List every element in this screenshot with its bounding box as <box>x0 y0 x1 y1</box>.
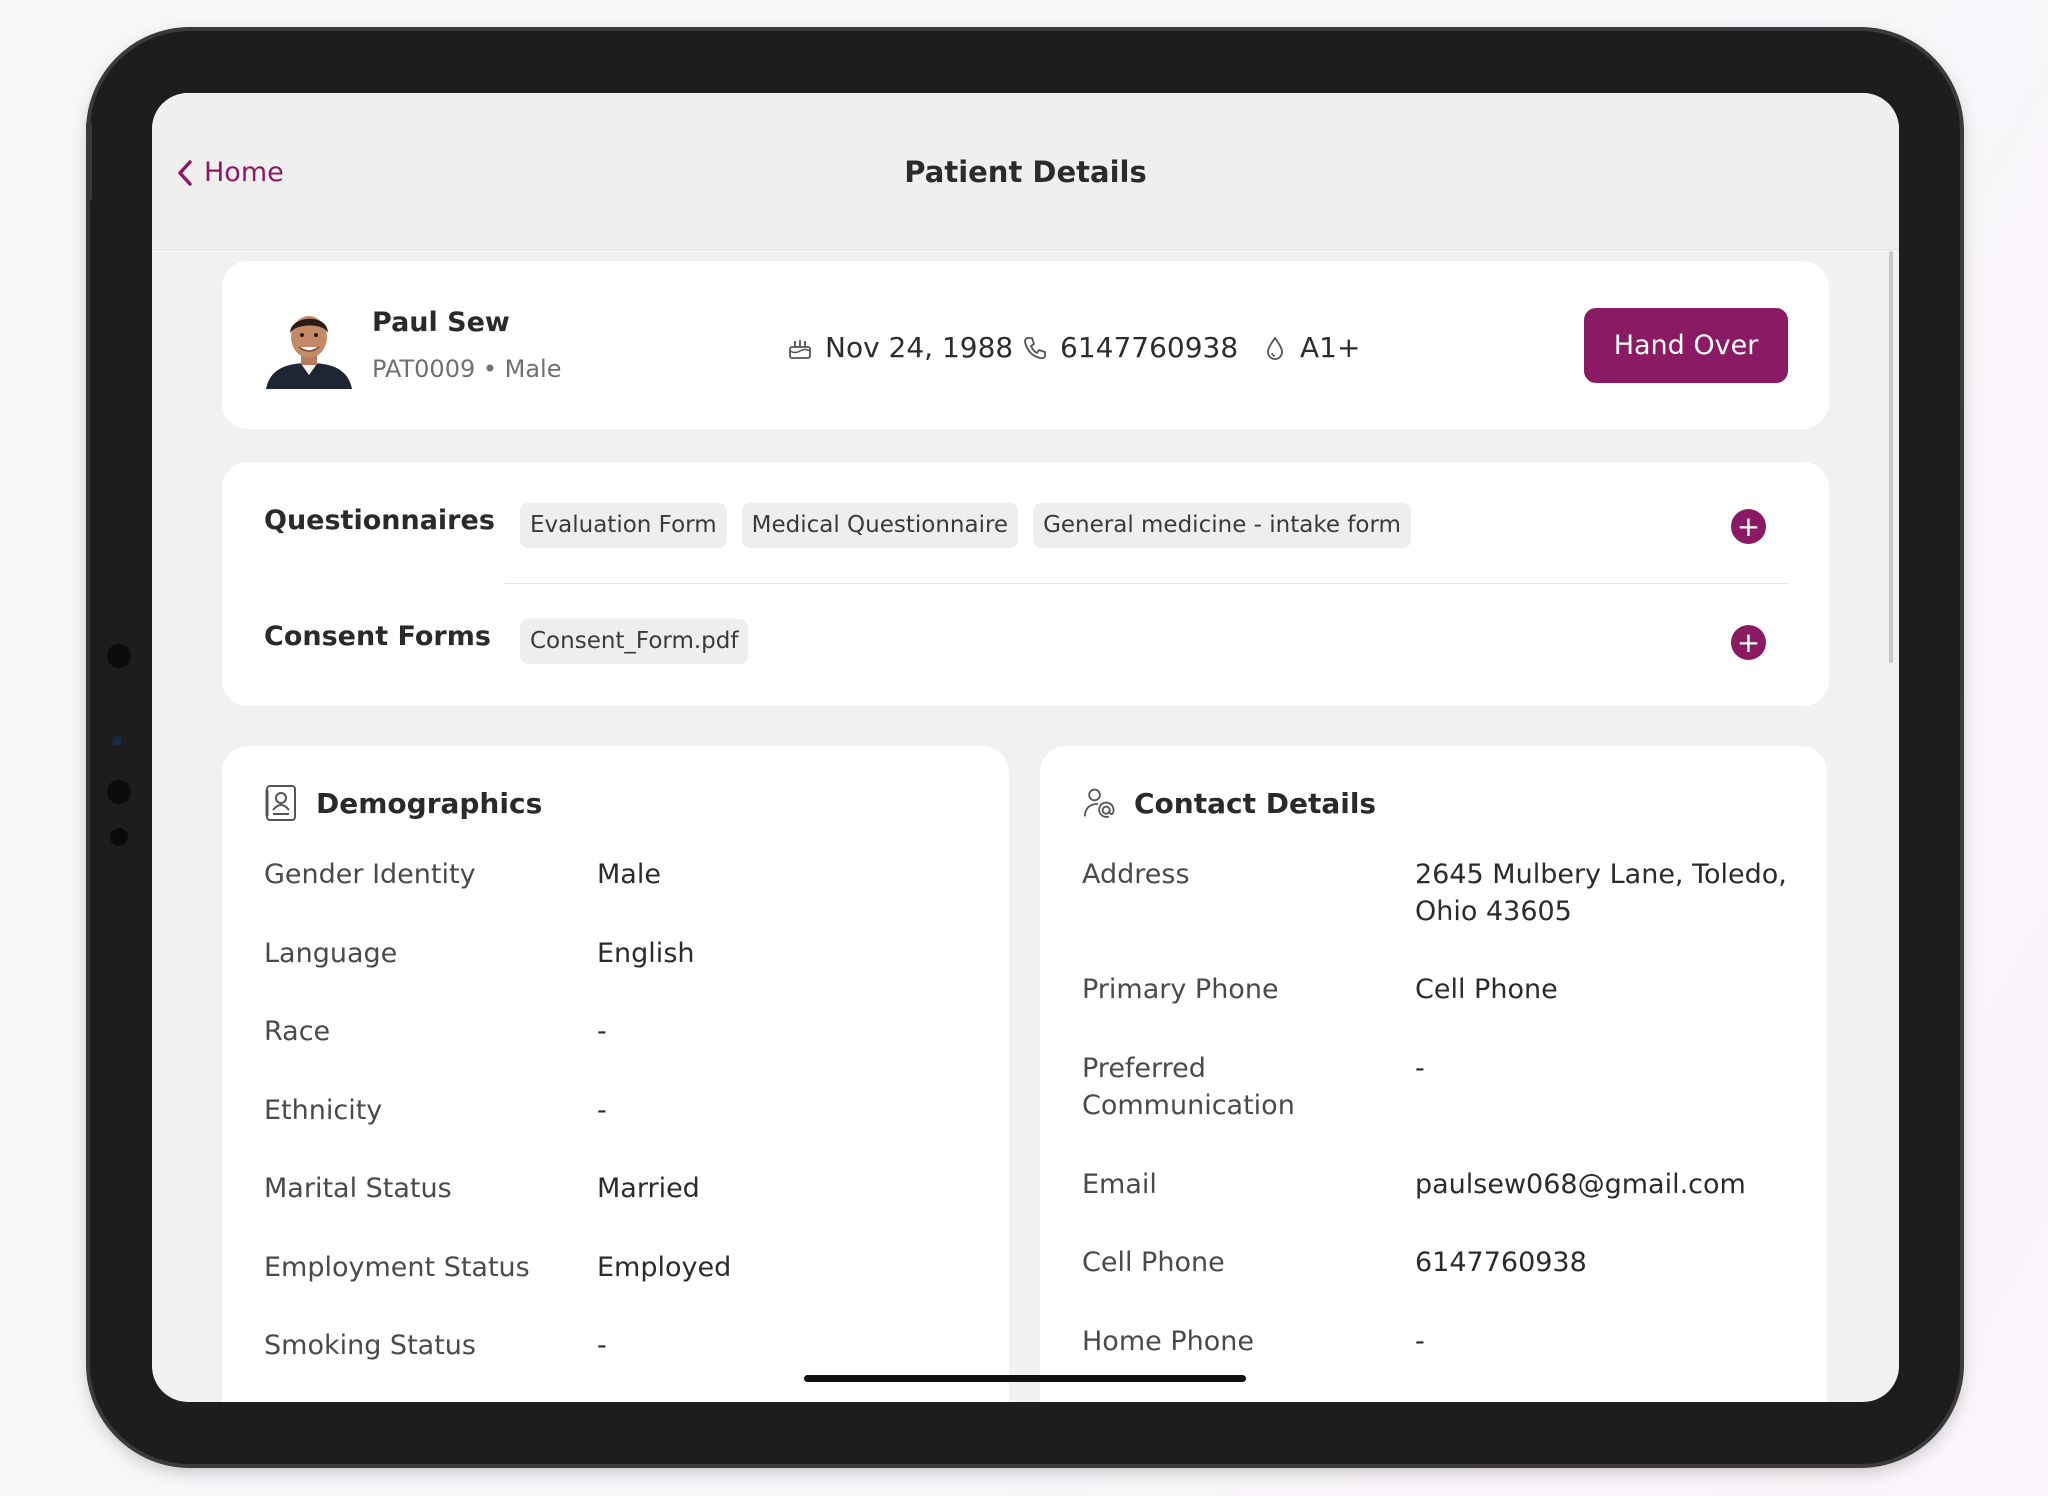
side-button <box>86 121 92 201</box>
phone-icon <box>1024 336 1046 359</box>
contact-row: Address 2645 Mulbery Lane, Toledo, Ohio … <box>1082 856 1797 930</box>
demographics-row: Language English <box>264 935 979 972</box>
camera-dot <box>112 736 122 746</box>
camera-dot <box>107 644 131 668</box>
birthday-cake-icon <box>789 339 811 359</box>
field-label: Gender Identity <box>264 859 476 890</box>
add-questionnaire-button[interactable]: + <box>1731 509 1766 544</box>
field-label: Email <box>1082 1169 1157 1200</box>
dob-field: Nov 24, 1988 <box>787 331 1013 364</box>
contact-card-icon <box>265 785 296 821</box>
demographics-card: Demographics Gender Identity Male Langua… <box>222 746 1009 1402</box>
demographics-row: Race - <box>264 1013 979 1050</box>
add-consent-form-button[interactable]: + <box>1731 625 1766 660</box>
field-value: - <box>597 1095 607 1126</box>
blood-drop-icon <box>1267 335 1283 360</box>
field-label: Marital Status <box>264 1173 452 1204</box>
hand-over-button[interactable]: Hand Over <box>1584 308 1788 383</box>
contact-details-title: Contact Details <box>1134 786 1377 820</box>
consent-forms-label: Consent Forms <box>264 621 491 652</box>
phone-field: 6147760938 <box>1022 331 1238 364</box>
person-at-icon <box>1083 788 1115 818</box>
demographics-header: Demographics <box>264 784 542 822</box>
camera-dot <box>107 780 131 804</box>
navigation-bar: Home Patient Details <box>152 93 1899 250</box>
questionnaires-label: Questionnaires <box>264 505 495 536</box>
field-value: Cell Phone <box>1415 974 1558 1005</box>
consent-form-chip[interactable]: Consent_Form.pdf <box>520 619 749 664</box>
consent-form-chips: Consent_Form.pdf <box>520 619 749 664</box>
demographics-row: Employment Status Employed <box>264 1249 979 1286</box>
divider <box>505 583 1788 584</box>
forms-card: Questionnaires Evaluation Form Medical Q… <box>222 462 1829 706</box>
demographics-row: Marital Status Married <box>264 1170 979 1207</box>
blood-group-field: A1+ <box>1262 331 1360 364</box>
field-value: - <box>1415 1053 1425 1084</box>
questionnaire-chip[interactable]: Medical Questionnaire <box>741 503 1019 548</box>
camera-dot <box>110 828 128 846</box>
field-value: - <box>1415 1326 1425 1357</box>
patient-header-card: Paul Sew PAT0009 • Male Nov 24, 1988 614… <box>222 261 1829 429</box>
patient-name: Paul Sew <box>372 307 510 338</box>
questionnaire-chip[interactable]: General medicine - intake form <box>1033 503 1411 548</box>
page-title: Patient Details <box>904 155 1147 189</box>
field-value[interactable]: paulsew068@gmail.com <box>1415 1166 1797 1203</box>
contact-row: Cell Phone 6147760938 <box>1082 1244 1797 1281</box>
contact-details-card: Contact Details Address 2645 Mulbery Lan… <box>1040 746 1827 1402</box>
app-screen: Home Patient Details Paul Sew PAT0009 • … <box>152 93 1899 1402</box>
field-label: Smoking Status <box>264 1330 476 1361</box>
field-value: 2645 Mulbery Lane, Toledo, Ohio 43605 <box>1415 859 1787 927</box>
field-label: Cell Phone <box>1082 1247 1225 1278</box>
field-value: Married <box>597 1173 700 1204</box>
contact-row: Preferred Communication - <box>1082 1050 1797 1124</box>
contact-row: Email paulsew068@gmail.com <box>1082 1166 1797 1203</box>
demographics-row: Smoking Status - <box>264 1327 979 1364</box>
patient-id-gender: PAT0009 • Male <box>372 355 562 383</box>
demographics-title: Demographics <box>316 786 543 820</box>
field-value: English <box>597 938 695 969</box>
questionnaire-chip[interactable]: Evaluation Form <box>520 503 727 548</box>
scrollbar[interactable] <box>1889 251 1893 663</box>
field-value: Male <box>597 859 661 890</box>
plus-icon: + <box>1736 509 1761 543</box>
home-indicator[interactable] <box>804 1375 1246 1382</box>
demographics-row: Ethnicity - <box>264 1092 979 1129</box>
demographics-row: Gender Identity Male <box>264 856 979 893</box>
blood-group-value: A1+ <box>1300 331 1361 364</box>
field-label: Address <box>1082 859 1190 890</box>
dob-value: Nov 24, 1988 <box>825 331 1014 364</box>
field-label: Preferred Communication <box>1082 1053 1295 1121</box>
contact-row: Home Phone - <box>1082 1323 1797 1360</box>
contact-details-header: Contact Details <box>1082 784 1376 822</box>
ipad-frame: Home Patient Details Paul Sew PAT0009 • … <box>86 31 1960 1464</box>
phone-value: 6147760938 <box>1060 331 1239 364</box>
field-label: Employment Status <box>264 1252 530 1283</box>
contact-row: Primary Phone Cell Phone <box>1082 971 1797 1008</box>
field-label: Language <box>264 938 398 969</box>
field-value: - <box>597 1016 607 1047</box>
field-value[interactable]: 6147760938 <box>1415 1244 1797 1281</box>
questionnaire-chips: Evaluation Form Medical Questionnaire Ge… <box>520 503 1411 548</box>
field-label: Primary Phone <box>1082 974 1279 1005</box>
field-value: - <box>597 1330 607 1361</box>
plus-icon: + <box>1736 625 1761 659</box>
avatar <box>266 303 352 389</box>
field-label: Ethnicity <box>264 1095 383 1126</box>
field-value: Employed <box>597 1252 732 1283</box>
field-label: Home Phone <box>1082 1326 1254 1357</box>
field-label: Race <box>264 1016 331 1047</box>
